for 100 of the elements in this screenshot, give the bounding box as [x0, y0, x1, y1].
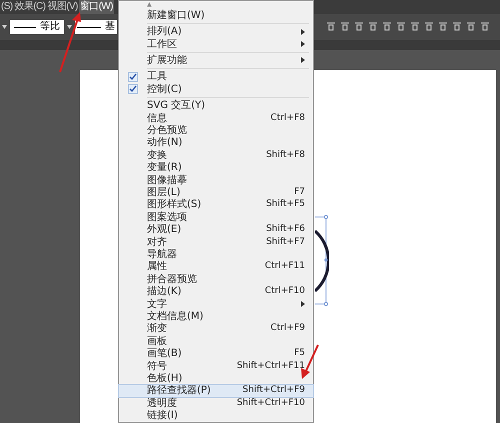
menu-item-label: 动作(N): [147, 137, 184, 148]
shortcut-label: Shift+Ctrl+F9: [242, 385, 305, 396]
menu-item[interactable]: 外观(E) Shift+F6: [119, 224, 313, 236]
align-icon[interactable]: [424, 22, 434, 32]
align-icon[interactable]: [410, 22, 420, 32]
menu-item[interactable]: 新建窗口(W): [119, 9, 313, 22]
menu-bar-item[interactable]: (S): [0, 0, 14, 14]
menu-item-label: 画板: [147, 336, 168, 347]
submenu-arrow-icon: [301, 301, 305, 308]
menu-item[interactable]: 渐变 Ctrl+F9: [119, 322, 313, 336]
menu-item-label: 变换: [147, 150, 168, 161]
menu-bar-item[interactable]: 窗口(W): [78, 0, 114, 14]
menu-item[interactable]: 描边(K) Ctrl+F10: [119, 286, 313, 298]
stroke-profile-dropdown[interactable]: 等比: [10, 20, 64, 34]
menu-item[interactable]: 变量(R): [119, 161, 313, 174]
menu-item-label: 文档信息(M): [147, 311, 204, 322]
menu-item-label: 工具: [147, 71, 168, 82]
menu-item-label: 图案选项: [147, 212, 188, 223]
align-icon[interactable]: [326, 22, 336, 32]
menu-item[interactable]: 链接(I): [119, 410, 313, 422]
align-icon[interactable]: [396, 22, 406, 32]
menu-item-label: 渐变: [147, 323, 168, 334]
dropdown-caret-icon[interactable]: [67, 25, 72, 29]
menu-item[interactable]: 控制(C): [119, 83, 313, 96]
menu-item[interactable]: 对齐 Shift+F7: [119, 236, 313, 248]
shortcut-label: Ctrl+F8: [270, 112, 305, 124]
menu-item[interactable]: 属性 Ctrl+F11: [119, 260, 313, 274]
menu-item-label: 新建窗口(W): [147, 10, 206, 21]
menu-item[interactable]: 分色预览: [119, 124, 313, 137]
menu-item-label: 图像描摹: [147, 174, 188, 186]
menu-item-label: 对齐: [147, 236, 168, 248]
menu-item[interactable]: 导航器: [119, 248, 313, 261]
shortcut-label: Ctrl+F9: [270, 323, 305, 334]
menu-item-label: 属性: [147, 261, 168, 272]
align-icon[interactable]: [452, 22, 462, 32]
menu-bar-item[interactable]: 效果(C): [14, 0, 46, 14]
menu-item[interactable]: 排列(A): [119, 25, 313, 38]
menu-item[interactable]: 符号 Shift+Ctrl+F11: [119, 360, 313, 372]
shortcut-label: Shift+Ctrl+F10: [236, 398, 305, 409]
menu-item-label: 文字: [147, 298, 168, 310]
shortcut-label: Ctrl+F11: [264, 261, 305, 272]
menu-item-label: 控制(C): [147, 84, 183, 95]
menu-item-label: 链接(I): [147, 410, 179, 422]
menu-item[interactable]: 变换 Shift+F8: [119, 149, 313, 162]
menu-item[interactable]: 画笔(B) F5: [119, 348, 313, 360]
menu-item-label: 扩展功能: [147, 54, 188, 66]
menu-item[interactable]: 路径查找器(P) Shift+Ctrl+F9: [119, 384, 313, 398]
menu-item-label: 排列(A): [147, 26, 183, 38]
menu-item-label: 透明度: [147, 398, 178, 409]
align-icon[interactable]: [466, 22, 476, 32]
annotation-arrow: [58, 10, 84, 74]
shortcut-label: Shift+F6: [266, 224, 305, 236]
align-icon[interactable]: [340, 22, 350, 32]
menu-item-label: 导航器: [147, 249, 178, 260]
menu-item-label: 图层(L): [147, 186, 182, 198]
menu-bar-item[interactable]: 视图(V): [46, 0, 79, 14]
menu-item[interactable]: 信息 Ctrl+F8: [119, 112, 313, 124]
shortcut-label: Shift+F5: [266, 199, 305, 210]
menu-item[interactable]: 图层(L) F7: [119, 186, 313, 199]
menu-item-label: 符号: [147, 360, 168, 372]
dropdown-caret-icon[interactable]: [2, 25, 7, 29]
menu-item-label: 分色预览: [147, 124, 188, 136]
menu-item-label: 色板(H): [147, 373, 184, 384]
align-icon[interactable]: [354, 22, 364, 32]
menu-item[interactable]: 画板: [119, 335, 313, 348]
menu-item[interactable]: 工作区: [119, 38, 313, 50]
menu-item[interactable]: 动作(N): [119, 136, 313, 150]
submenu-arrow-icon: [301, 57, 305, 64]
menu-item[interactable]: 透明度 Shift+Ctrl+F10: [119, 397, 313, 410]
shortcut-label: F7: [294, 186, 305, 198]
menu-item[interactable]: SVG 交互(Y): [119, 99, 313, 112]
menu-item[interactable]: 图像描摹: [119, 174, 313, 186]
menu-item[interactable]: 图案选项: [119, 211, 313, 224]
shortcut-label: Shift+F8: [266, 150, 305, 161]
menu-item[interactable]: 图形样式(S) Shift+F5: [119, 198, 313, 212]
menu-item-label: 图形样式(S): [147, 199, 202, 210]
menu-item-label: 工作区: [147, 38, 178, 50]
shortcut-label: Shift+F7: [266, 236, 305, 248]
align-icon[interactable]: [382, 22, 392, 32]
menu-item[interactable]: 工具: [119, 70, 313, 84]
align-icon[interactable]: [438, 22, 448, 32]
menu-item[interactable]: 色板(H): [119, 372, 313, 385]
shortcut-label: Ctrl+F10: [264, 286, 305, 298]
menu-item-label: SVG 交互(Y): [147, 100, 206, 112]
menu-item-label: 描边(K): [147, 286, 182, 298]
shortcut-label: Shift+Ctrl+F11: [236, 360, 305, 372]
shortcut-label: F5: [294, 348, 305, 360]
menu-item-label: 拼合器预览: [147, 274, 198, 285]
menu-item[interactable]: 文字: [119, 298, 313, 310]
menu-item-label: 信息: [147, 112, 168, 124]
brush-dropdown[interactable]: 基: [75, 20, 117, 34]
menu-item-label: 变量(R): [147, 162, 183, 174]
menu-item-label: 路径查找器(P): [147, 385, 212, 396]
align-icon[interactable]: [480, 22, 490, 32]
align-icon[interactable]: [368, 22, 378, 32]
menu-item[interactable]: 扩展功能: [119, 54, 313, 67]
menu-item-label: 画笔(B): [147, 348, 183, 360]
menu-item-label: 外观(E): [147, 224, 182, 236]
menu-item[interactable]: 文档信息(M): [119, 310, 313, 323]
menu-item[interactable]: 拼合器预览: [119, 273, 313, 286]
